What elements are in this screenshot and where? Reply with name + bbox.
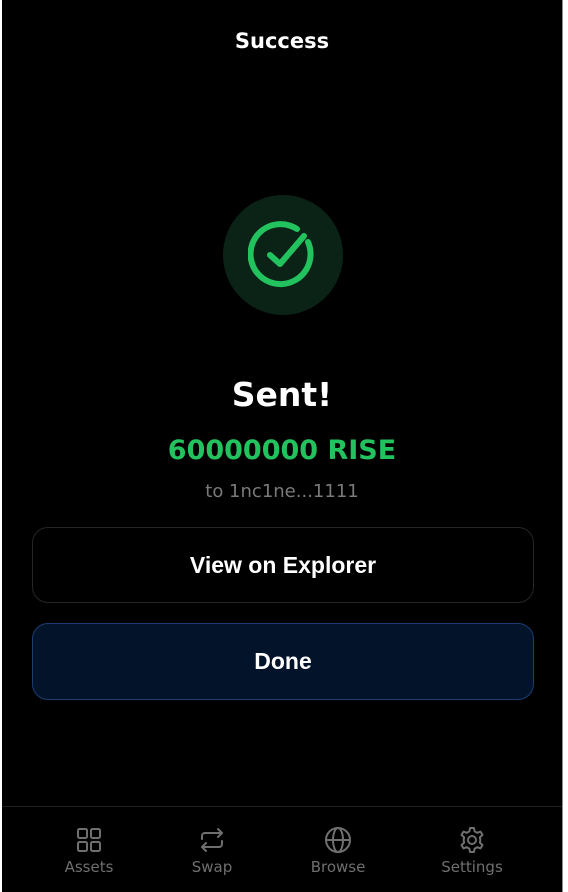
recipient-address: to 1nc1ne...1111 <box>205 481 359 502</box>
success-badge <box>223 195 343 315</box>
window-edge <box>562 0 563 892</box>
nav-label-browse: Browse <box>310 858 366 876</box>
swap-arrows-icon <box>201 828 223 852</box>
nav-item-swap[interactable]: Swap <box>162 825 262 881</box>
check-circle-icon <box>248 221 314 288</box>
view-on-explorer-label: View on Explorer <box>189 551 377 578</box>
view-on-explorer-button[interactable]: View on Explorer <box>32 527 534 603</box>
grid-icon <box>77 828 101 852</box>
globe-icon <box>325 827 351 853</box>
gear-icon <box>460 827 484 853</box>
nav-label-swap: Swap <box>191 858 233 876</box>
nav-label-settings: Settings <box>441 858 503 876</box>
nav-item-assets[interactable]: Assets <box>39 825 139 881</box>
nav-label-assets: Assets <box>64 858 114 876</box>
page-title: Success <box>234 29 330 53</box>
bottom-nav: Assets Swap Browse Settings <box>2 806 562 892</box>
wallet-window: Success Sent! 60000000 RISE to 1nc1ne...… <box>2 0 562 892</box>
nav-item-browse[interactable]: Browse <box>288 825 388 881</box>
done-button[interactable]: Done <box>32 623 534 700</box>
nav-item-settings[interactable]: Settings <box>422 825 522 881</box>
done-label: Done <box>254 648 312 674</box>
sent-amount: 60000000 RISE <box>167 435 397 466</box>
sent-heading: Sent! <box>231 375 333 414</box>
